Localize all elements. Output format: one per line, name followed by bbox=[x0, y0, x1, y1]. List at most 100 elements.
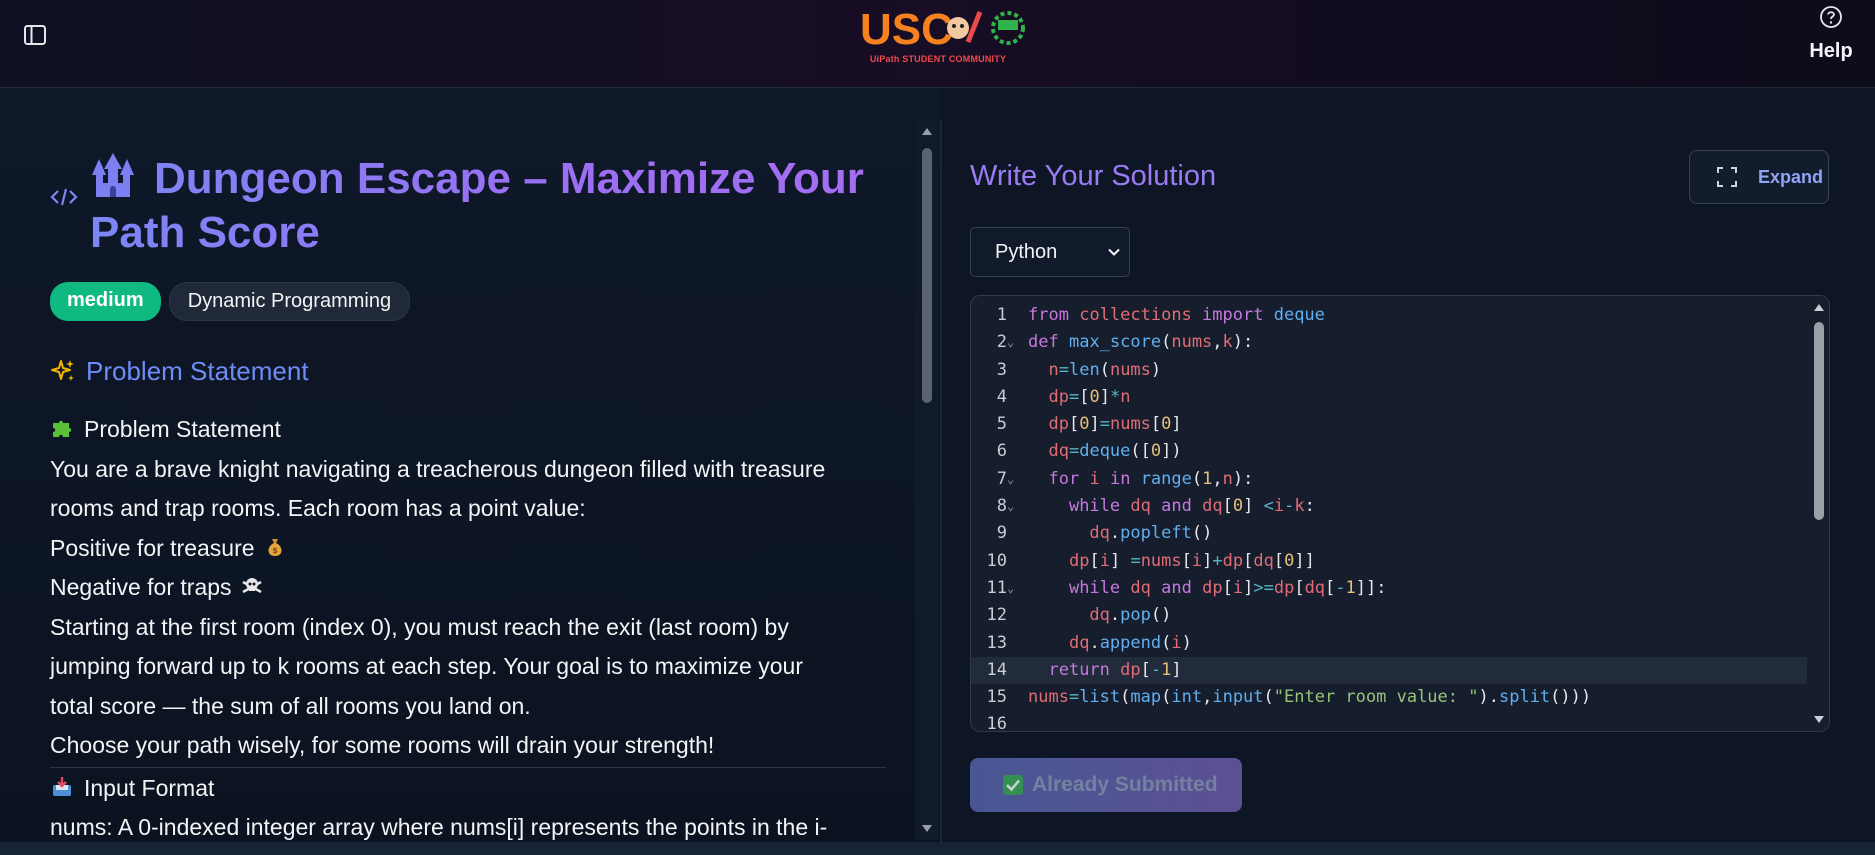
topic-badge: Dynamic Programming bbox=[168, 282, 411, 321]
scroll-down-icon[interactable] bbox=[921, 824, 933, 834]
skull-crossbones-icon bbox=[241, 578, 262, 594]
line-number: 2 bbox=[996, 332, 1007, 353]
statement-line: rooms and trap rooms. Each room has a po… bbox=[50, 495, 586, 521]
scrollbar-thumb[interactable] bbox=[922, 148, 932, 403]
problem-statement: Problem Statement You are a brave knight… bbox=[50, 410, 890, 848]
code-line[interactable]: 16 bbox=[971, 711, 1807, 732]
line-number: 8 bbox=[996, 496, 1007, 517]
logo-text: USC bbox=[860, 6, 953, 54]
code-line[interactable]: 7 ⌄ for i in range(1,n): bbox=[971, 466, 1807, 493]
castle-icon bbox=[92, 153, 134, 197]
scroll-up-icon[interactable] bbox=[921, 126, 933, 136]
code-text: while dq and dp[i]>=dp[dq[-1]]: bbox=[1068, 577, 1387, 598]
code-text: while dq and dq[0] <i-k: bbox=[1068, 496, 1315, 517]
already-submitted-button[interactable]: Already Submitted bbox=[970, 758, 1242, 812]
code-icon bbox=[50, 188, 78, 206]
code-text: dq.append(i) bbox=[1068, 632, 1192, 653]
statement-line: jumping forward up to k rooms at each st… bbox=[50, 653, 803, 679]
statement-line-text: Positive for treasure bbox=[50, 534, 255, 561]
solution-panel: Write Your Solution Expand Python 1 from … bbox=[940, 120, 1875, 855]
problem-title-row: Dungeon Escape – Maximize Your Path Scor… bbox=[48, 152, 888, 260]
fold-chevron-icon[interactable]: ⌄ bbox=[1007, 466, 1019, 493]
code-line[interactable]: 1 from collections import deque bbox=[971, 302, 1807, 329]
input-format-heading-text: Input Format bbox=[84, 774, 215, 801]
line-number: 3 bbox=[996, 359, 1007, 380]
divider bbox=[50, 766, 886, 768]
line-number: 9 bbox=[996, 523, 1007, 544]
line-number: 4 bbox=[996, 386, 1007, 407]
editor-scrollbar[interactable] bbox=[1807, 296, 1829, 731]
line-number: 12 bbox=[986, 605, 1007, 626]
code-text: from collections import deque bbox=[1028, 305, 1325, 325]
scroll-up-icon[interactable] bbox=[1813, 302, 1825, 312]
section-heading-text: Problem Statement bbox=[86, 356, 309, 386]
help-circle-icon bbox=[1820, 6, 1842, 28]
code-line[interactable]: 3 n=len(nums) bbox=[971, 357, 1807, 384]
problem-title-text: Dungeon Escape – Maximize Your Path Scor… bbox=[90, 154, 864, 257]
language-select[interactable]: Python bbox=[970, 227, 1130, 277]
code-text: dq.popleft() bbox=[1089, 523, 1213, 544]
code-line[interactable]: 11 ⌄ while dq and dp[i]>=dp[dq[-1]]: bbox=[971, 575, 1807, 602]
expand-button[interactable]: Expand bbox=[1689, 150, 1829, 204]
line-number: 16 bbox=[986, 714, 1007, 732]
problem-panel: Dungeon Escape – Maximize Your Path Scor… bbox=[0, 88, 940, 855]
code-line[interactable]: 2 ⌄ def max_score(nums,k): bbox=[971, 329, 1807, 356]
input-format-heading: Input Format bbox=[50, 769, 890, 809]
code-text: nums=list(map(int,input("Enter room valu… bbox=[1028, 687, 1592, 708]
code-line[interactable]: 6 dq=deque([0]) bbox=[971, 438, 1807, 465]
code-text: n=len(nums) bbox=[1048, 359, 1162, 380]
code-line[interactable]: 4 dp=[0]*n bbox=[971, 384, 1807, 411]
chevron-down-icon bbox=[1108, 248, 1120, 256]
expand-icon bbox=[1717, 167, 1737, 187]
line-number: 5 bbox=[996, 414, 1007, 435]
sparkles-icon bbox=[51, 360, 74, 381]
code-text: dp=[0]*n bbox=[1048, 386, 1131, 407]
code-line[interactable]: 15 nums=list(map(int,input("Enter room va… bbox=[971, 684, 1807, 711]
money-bag-icon: $ bbox=[268, 538, 282, 556]
code-lines[interactable]: 1 from collections import deque 2 ⌄ def max_… bbox=[971, 302, 1807, 732]
line-number: 1 bbox=[996, 305, 1007, 325]
difficulty-badge: medium bbox=[50, 282, 161, 321]
top-bar: USC UiPath STUDENT COMMUNITY Help bbox=[0, 0, 1875, 88]
code-editor[interactable]: 1 from collections import deque 2 ⌄ def max_… bbox=[970, 295, 1830, 732]
submit-label: Already Submitted bbox=[1032, 773, 1218, 796]
statement-line: Choose your path wisely, for some rooms … bbox=[50, 732, 715, 758]
problem-scrollbar[interactable] bbox=[915, 120, 939, 840]
inbox-tray-icon bbox=[53, 776, 71, 796]
statement-line: Positive for treasure $ bbox=[50, 529, 890, 569]
statement-line-text: Negative for traps bbox=[50, 574, 232, 600]
help-button[interactable]: Help bbox=[1801, 4, 1861, 63]
line-number: 14 bbox=[986, 659, 1007, 680]
line-number: 6 bbox=[996, 441, 1007, 462]
fold-chevron-icon[interactable]: ⌄ bbox=[1007, 575, 1019, 602]
code-line[interactable]: 13 dq.append(i) bbox=[971, 630, 1807, 657]
line-number: 15 bbox=[986, 687, 1007, 708]
code-line[interactable]: 10 dp[i] =nums[i]+dp[dq[0]] bbox=[971, 548, 1807, 575]
expand-label: Expand bbox=[1758, 166, 1824, 187]
code-text: return dp[-1] bbox=[1048, 659, 1182, 680]
fold-chevron-icon[interactable]: ⌄ bbox=[1007, 329, 1019, 356]
code-text: dp[i] =nums[i]+dp[dq[0]] bbox=[1068, 550, 1315, 571]
fold-chevron-icon[interactable]: ⌄ bbox=[1007, 493, 1019, 520]
scroll-down-icon[interactable] bbox=[1813, 715, 1825, 725]
section-heading: Problem Statement bbox=[50, 356, 309, 387]
code-line[interactable]: 8 ⌄ while dq and dq[0] <i-k: bbox=[971, 493, 1807, 520]
code-text: for i in range(1,n): bbox=[1048, 468, 1254, 489]
code-text: dq=deque([0]) bbox=[1048, 441, 1182, 462]
statement-heading-text: Problem Statement bbox=[84, 416, 281, 442]
sidebar-toggle-icon[interactable] bbox=[22, 22, 48, 48]
puzzle-icon bbox=[53, 420, 72, 437]
statement-heading: Problem Statement bbox=[50, 410, 890, 450]
code-line[interactable]: 5 dp[0]=nums[0] bbox=[971, 411, 1807, 438]
checkbox-checked-icon bbox=[1003, 775, 1023, 795]
code-line[interactable]: 14 return dp[-1] bbox=[971, 656, 1807, 685]
language-select-value: Python bbox=[995, 240, 1058, 263]
code-text: dp[0]=nums[0] bbox=[1048, 414, 1182, 435]
problem-title: Dungeon Escape – Maximize Your Path Scor… bbox=[90, 152, 888, 260]
statement-line: Negative for traps bbox=[50, 568, 890, 608]
code-line[interactable]: 12 dq.pop() bbox=[971, 602, 1807, 629]
code-line[interactable]: 9 dq.popleft() bbox=[971, 520, 1807, 547]
statement-line: Starting at the first room (index 0), yo… bbox=[50, 613, 789, 640]
scrollbar-thumb[interactable] bbox=[1814, 322, 1824, 520]
line-number: 10 bbox=[986, 550, 1007, 571]
